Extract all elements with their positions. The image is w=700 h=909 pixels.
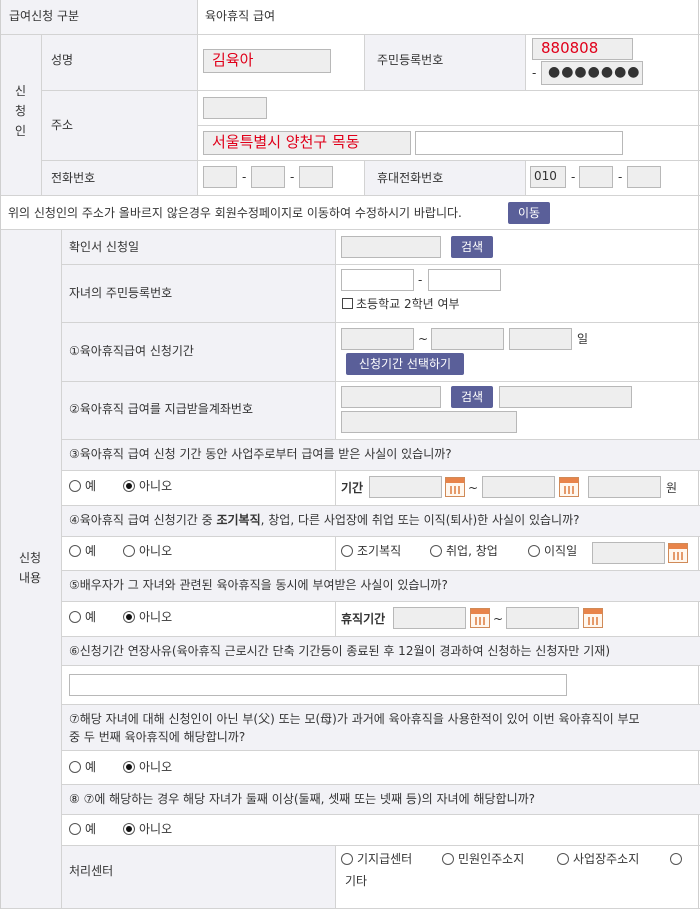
won-unit: 원: [666, 481, 678, 495]
address-detail-field[interactable]: [415, 131, 623, 155]
account-number-field[interactable]: [341, 411, 517, 433]
applicant-group-1: 신: [15, 84, 27, 98]
q3-end-calendar-icon[interactable]: [559, 477, 579, 497]
q5-no-radio[interactable]: [123, 611, 135, 623]
phone-label: 전화번호: [51, 171, 96, 185]
mobile-label: 휴대전화번호: [377, 171, 444, 185]
phone-2-field[interactable]: [251, 166, 285, 188]
content-group-1: 신청: [19, 551, 42, 565]
q3-question: ③육아휴직 급여 신청 기간 동안 사업주로부터 급여를 받은 사실이 있습니까…: [69, 447, 452, 461]
period-end-field[interactable]: [431, 328, 504, 350]
q7-question-line2: 중 두 번째 육아휴직에 해당합니까?: [69, 730, 246, 744]
center-workplace-address-radio[interactable]: [557, 853, 569, 865]
q6-question: ⑥신청기간 연장사유(육아휴직 근로시간 단축 기간등이 종료된 후 12월이 …: [69, 644, 611, 658]
rrn-label: 주민등록번호: [377, 53, 444, 67]
select-period-button[interactable]: 신청기간 선택하기: [346, 353, 464, 375]
q4-turnover-radio[interactable]: [528, 545, 540, 557]
confirm-search-button[interactable]: 검색: [451, 236, 493, 258]
child-rrn-label: 자녀의 주민등록번호: [69, 286, 173, 300]
q3-end-field[interactable]: [482, 476, 555, 498]
category-label: 급여신청 구분: [9, 9, 80, 23]
center-other-radio[interactable]: [670, 853, 682, 865]
notice-text: 위의 신청인의 주소가 올바르지 않은경우 회원수정페이지로 이동하여 수정하시…: [8, 206, 462, 220]
applicant-group-3: 인: [15, 124, 27, 138]
elementary-checkbox-label: 초등학교 2학년 여부: [356, 297, 460, 311]
q7-no-radio[interactable]: [123, 761, 135, 773]
account-search-button[interactable]: 검색: [451, 386, 493, 408]
q8-yes-radio[interactable]: [69, 823, 81, 835]
leave-end-field[interactable]: [506, 607, 579, 629]
mobile-1-field[interactable]: 010: [530, 166, 566, 188]
elementary-checkbox[interactable]: [342, 298, 353, 309]
center-paid-radio[interactable]: [341, 853, 353, 865]
content-group-2: 내용: [19, 571, 42, 585]
mobile-3-field[interactable]: [627, 166, 661, 188]
applicant-group-2: 청: [15, 104, 27, 118]
address-field[interactable]: 서울특별시 양천구 목동: [203, 131, 411, 155]
q3-start-calendar-icon[interactable]: [445, 477, 465, 497]
rrn-front-field[interactable]: 880808: [532, 38, 633, 60]
leave-end-calendar-icon[interactable]: [583, 608, 603, 628]
q7-question-line1: ⑦해당 자녀에 대해 신청인이 아닌 부(父) 또는 모(母)가 과거에 육아휴…: [69, 712, 640, 726]
q3-start-field[interactable]: [369, 476, 442, 498]
q4-calendar-icon[interactable]: [668, 543, 688, 563]
confirm-date-field[interactable]: [341, 236, 441, 258]
account-label: ②육아휴직 급여를 지급받을계좌번호: [69, 402, 253, 416]
q4-turnover-date-field[interactable]: [592, 542, 665, 564]
applicant-label-col: [1, 35, 197, 195]
period-start-field[interactable]: [341, 328, 414, 350]
q3-period-label: 기간: [341, 481, 364, 495]
child-rrn-front-field[interactable]: [341, 269, 414, 291]
leave-start-field[interactable]: [393, 607, 466, 629]
name-label: 성명: [51, 53, 74, 67]
child-rrn-back-field[interactable]: [428, 269, 501, 291]
leave-start-calendar-icon[interactable]: [470, 608, 490, 628]
q3-yes-radio[interactable]: [69, 480, 81, 492]
mobile-2-field[interactable]: [579, 166, 613, 188]
q5-yes-radio[interactable]: [69, 611, 81, 623]
q8-question: ⑧ ⑦에 해당하는 경우 해당 자녀가 둘째 이상(둘째, 셋째 또는 넷째 등…: [69, 792, 536, 806]
phone-3-field[interactable]: [299, 166, 333, 188]
q8-no-radio[interactable]: [123, 823, 135, 835]
zipcode-field[interactable]: [203, 97, 267, 119]
q7-yes-radio[interactable]: [69, 761, 81, 773]
move-button[interactable]: 이동: [508, 202, 550, 224]
day-unit: 일: [577, 332, 589, 346]
confirm-date-label: 확인서 신청일: [69, 240, 140, 254]
extension-reason-field[interactable]: [69, 674, 567, 696]
q4-question: ④육아휴직 급여 신청기간 중 조기복직, 창업, 다른 사업장에 취업 또는 …: [69, 513, 580, 527]
center-applicant-address-radio[interactable]: [442, 853, 454, 865]
q4-employment-radio[interactable]: [430, 545, 442, 557]
leave-period-label: 휴직기간: [341, 612, 386, 626]
category-value: 육아휴직 급여: [205, 9, 276, 23]
center-label: 처리센터: [69, 864, 114, 878]
q4-no-radio[interactable]: [123, 545, 135, 557]
q5-question: ⑤배우자가 그 자녀와 관련된 육아휴직을 동시에 부여받은 사실이 있습니까?: [69, 578, 448, 592]
q3-amount-field[interactable]: [588, 476, 661, 498]
rrn-back-field[interactable]: ●●●●●●●: [541, 61, 643, 85]
name-field[interactable]: 김육아: [203, 49, 331, 73]
q3-no-radio[interactable]: [123, 480, 135, 492]
rrn-dash: -: [532, 66, 537, 80]
q4-yes-radio[interactable]: [69, 545, 81, 557]
bank-field[interactable]: [341, 386, 441, 408]
account-holder-field[interactable]: [499, 386, 632, 408]
application-form: 급여신청 구분 육아휴직 급여 신 청 인 성명 김육아 주민등록번호 8808…: [0, 0, 700, 909]
period-days-field[interactable]: [509, 328, 572, 350]
period-label: ①육아휴직급여 신청기간: [69, 344, 194, 358]
address-label: 주소: [51, 118, 74, 132]
phone-1-field[interactable]: [203, 166, 237, 188]
q4-early-return-radio[interactable]: [341, 545, 353, 557]
